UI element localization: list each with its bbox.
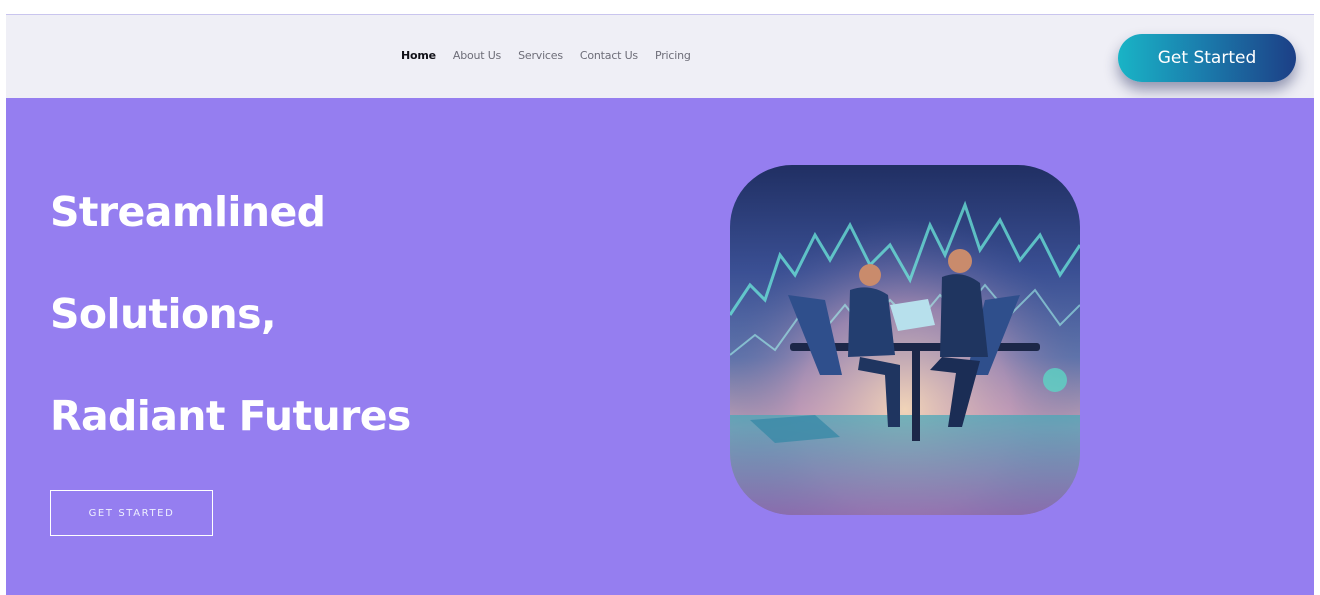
page: Home About Us Services Contact Us Pricin…	[6, 0, 1314, 595]
headline-line-2: Solutions,	[50, 290, 277, 338]
nav-link-services[interactable]: Services	[518, 49, 563, 62]
hero-headline: Streamlined Solutions, Radiant Futures	[50, 186, 570, 492]
nav-link-about-us[interactable]: About Us	[453, 49, 501, 62]
illustration-svg	[730, 165, 1080, 515]
headline-line-3: Radiant Futures	[50, 392, 411, 440]
nav-links: Home About Us Services Contact Us Pricin…	[401, 49, 708, 62]
hero-get-started-button[interactable]: GET STARTED	[50, 490, 213, 536]
nav-link-pricing[interactable]: Pricing	[655, 49, 691, 62]
hero-section: Streamlined Solutions, Radiant Futures G…	[6, 98, 1314, 595]
nav-link-contact-us[interactable]: Contact Us	[580, 49, 638, 62]
business-meeting-illustration	[730, 165, 1080, 515]
left-person-head	[859, 264, 881, 286]
navbar: Home About Us Services Contact Us Pricin…	[6, 14, 1314, 98]
right-person-head	[948, 249, 972, 273]
left-person-body	[848, 287, 895, 357]
plant-pot	[1043, 368, 1067, 392]
nav-link-home[interactable]: Home	[401, 49, 436, 62]
get-started-button[interactable]: Get Started	[1118, 34, 1296, 82]
headline-line-1: Streamlined	[50, 188, 326, 236]
table-leg	[912, 351, 920, 441]
